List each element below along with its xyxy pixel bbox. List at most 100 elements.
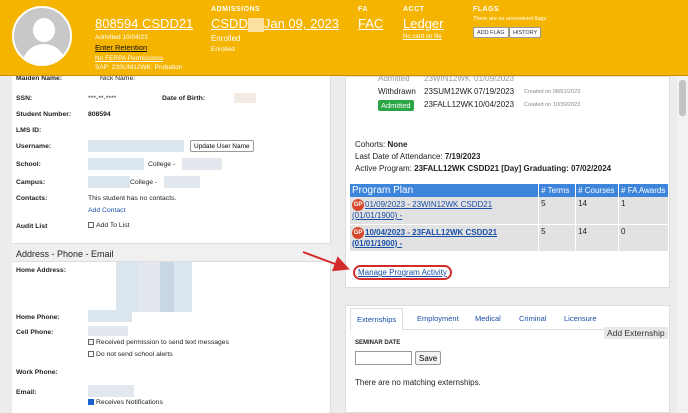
scrollbar-thumb[interactable] — [679, 80, 686, 116]
tab-employment[interactable]: Employment — [417, 314, 459, 323]
seminar-date-label: SEMINAR DATE — [355, 340, 401, 346]
add-to-list-text: Add To List — [96, 222, 130, 229]
cohorts-value: None — [387, 140, 408, 149]
campus-value: College - — [130, 179, 158, 186]
program-row-admitted-term: 23FALL12WK — [424, 100, 474, 109]
admissions-link-date: Jan 09, 2023 — [263, 16, 340, 31]
gp-badge-icon[interactable]: GP — [352, 226, 364, 239]
fa-awards-cell: 0 — [618, 224, 669, 252]
fa-heading: FA — [358, 6, 368, 13]
redacted-block — [88, 176, 130, 188]
program-plan-cell: GP 10/04/2023 - 23FALL12WK CSDD21 (01/01/… — [350, 224, 540, 252]
ssn-value: ***-**-**** — [88, 95, 117, 102]
contacts-label: Contacts: — [16, 195, 48, 202]
enter-retention-link[interactable]: Enter Retention — [95, 43, 147, 52]
student-id-link[interactable]: 808594 CSDD21 — [95, 16, 193, 31]
ssn-label: SSN: — [16, 95, 33, 102]
redacted-block — [138, 262, 160, 312]
active-program-line: Active Program: 23FALL12WK CSDD21 [Day] … — [355, 164, 611, 173]
acct-heading: ACCT — [403, 6, 425, 13]
tab-externships[interactable]: Externships — [350, 308, 404, 331]
school-value: College - — [148, 161, 176, 168]
home-address-label: Home Address: — [16, 267, 66, 274]
terms-cell: 5 — [538, 224, 577, 252]
avatar-head-shape — [33, 18, 55, 42]
school-alerts-checkbox[interactable]: Do not send school alerts — [88, 351, 173, 358]
address-section-header: Address - Phone - Email — [12, 243, 331, 262]
add-to-list-checkbox[interactable]: Add To List — [88, 222, 130, 229]
program-row-withdrawn-term: 23SUM12WK — [424, 87, 473, 96]
lms-id-label: LMS ID: — [16, 127, 42, 134]
cell-phone-label: Cell Phone: — [16, 329, 54, 336]
fac-link[interactable]: FAC — [358, 16, 383, 31]
redacted-block — [116, 262, 138, 312]
manage-program-activity-link[interactable]: Manage Program Activity — [353, 265, 452, 280]
redacted-block — [88, 385, 134, 397]
flags-note: There are no unresolved flags — [473, 16, 547, 22]
externships-card: Externships Employment Medical Criminal … — [345, 305, 670, 413]
add-contact-link[interactable]: Add Contact — [88, 207, 125, 214]
fa-awards-cell: 1 — [618, 197, 669, 225]
table-row: GP 10/04/2023 - 23FALL12WK CSDD21 (01/01/… — [350, 224, 669, 252]
admissions-link-program: CSDD — [211, 16, 248, 31]
tab-licensure[interactable]: Licensure — [564, 314, 597, 323]
campus-label: Campus: — [16, 179, 46, 186]
seminar-date-input[interactable] — [355, 351, 412, 365]
ledger-link[interactable]: Ledger — [403, 16, 443, 31]
checkbox-box[interactable] — [88, 339, 94, 346]
avatar-body-shape — [22, 44, 66, 64]
program-plan-cell: GP 01/09/2023 - 23WIN12WK CSDD21 (01/01/1… — [350, 197, 540, 225]
student-number-value: 808594 — [88, 111, 111, 118]
last-attendance-value: 7/19/2023 — [444, 152, 481, 161]
courses-cell: 14 — [575, 224, 620, 252]
receives-notifications-label: Receives Notifications — [96, 399, 163, 406]
program-plan-link[interactable]: 01/09/2023 - 23WIN12WK CSDD21 (01/01/190… — [352, 200, 492, 220]
save-button[interactable]: Save — [415, 351, 442, 365]
update-username-button[interactable]: Update User Name — [190, 140, 254, 152]
add-flag-button[interactable]: ADD FLAG — [473, 27, 509, 38]
no-matching-externships: There are no matching externships. — [355, 378, 481, 387]
text-permission-label: Received permission to send text message… — [96, 339, 229, 346]
admissions-link[interactable]: CSDD Jan 09, 2023 — [211, 16, 339, 32]
courses-header: # Courses — [575, 184, 620, 197]
last-attendance-label: Last Date of Attendance: — [355, 152, 445, 161]
tab-medical[interactable]: Medical — [475, 314, 501, 323]
no-card-link[interactable]: No card on file — [403, 34, 442, 40]
avatar — [12, 6, 72, 66]
program-row-withdrawn-created: Created on 08/01/2023 — [524, 89, 581, 95]
program-plan-link[interactable]: 10/04/2023 - 23FALL12WK CSDD21 (01/01/19… — [352, 228, 497, 248]
redacted-block — [88, 158, 144, 170]
history-button[interactable]: HISTORY — [509, 27, 542, 38]
checkbox-box[interactable] — [88, 351, 94, 358]
contacts-value: This student has no contacts. — [88, 195, 177, 202]
programs-card: Admitted 23WIN12WK 01/09/2023 Withdrawn … — [345, 74, 670, 288]
student-number-label: Student Number: — [16, 111, 72, 118]
maiden-name-label: Maiden Name: — [16, 75, 63, 82]
admitted-date: Admitted 10/04/23 — [95, 34, 148, 41]
add-externship-button[interactable]: Add Externship — [604, 327, 668, 339]
gp-badge-icon[interactable]: GP — [352, 199, 364, 211]
terms-header: # Terms — [538, 184, 577, 197]
work-phone-label: Work Phone: — [16, 369, 58, 376]
terms-cell: 5 — [538, 197, 577, 225]
tab-criminal[interactable]: Criminal — [519, 314, 547, 323]
ferpa-link[interactable]: No FERPA Permissions — [95, 55, 163, 62]
student-details-panel: Maiden Name: Nick Name: SSN: ***-**-****… — [12, 75, 331, 413]
checkbox-box[interactable] — [88, 222, 94, 229]
checkbox-box[interactable] — [88, 399, 94, 406]
program-row-withdrawn-date: 07/19/2023 — [474, 87, 515, 96]
email-label: Email: — [16, 389, 37, 396]
courses-cell: 14 — [575, 197, 620, 225]
vertical-scrollbar[interactable] — [677, 76, 688, 413]
school-alerts-label: Do not send school alerts — [96, 351, 173, 358]
redacted-block — [88, 326, 128, 336]
fa-awards-header: # FA Awards — [618, 184, 669, 197]
last-attendance-line: Last Date of Attendance: 7/19/2023 — [355, 152, 480, 161]
text-permission-checkbox[interactable]: Received permission to send text message… — [88, 339, 229, 346]
receives-notifications-checkbox[interactable]: Receives Notifications — [88, 399, 163, 406]
redacted-block — [174, 262, 192, 312]
sap-status: SAP: 23SUM12WK: Probation — [95, 64, 183, 71]
table-row: GP 01/09/2023 - 23WIN12WK CSDD21 (01/01/1… — [350, 197, 669, 225]
program-panel: Admitted 23WIN12WK 01/09/2023 Withdrawn … — [345, 74, 673, 413]
admissions-heading: ADMISSIONS — [211, 6, 261, 13]
